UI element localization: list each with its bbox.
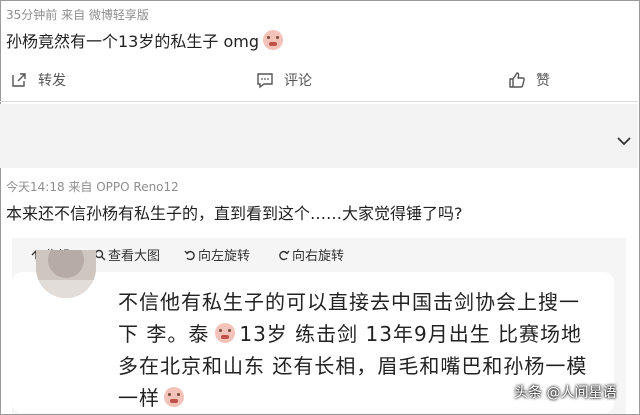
screenshot-line-3: 多在北京和山东 还有长相，眉毛和嘴巴和孙杨一模 xyxy=(118,354,588,378)
view-large-button[interactable]: 查看大图 xyxy=(94,245,160,264)
flushed-face-icon xyxy=(262,30,283,50)
screenshot-line-4: 一样 xyxy=(118,386,160,410)
rotate-right-icon xyxy=(279,250,290,260)
watermark: 头条 @人间星语 xyxy=(514,385,617,401)
comment-label: 评论 xyxy=(284,73,312,89)
thumbs-up-icon xyxy=(509,72,525,88)
image-toolbar: 收起 查看大图 向左旋转 向右旋转 xyxy=(12,238,626,268)
crying-face-icon xyxy=(215,322,236,343)
view-large-label: 查看大图 xyxy=(108,249,161,264)
screenshot-line-1: 不信他有私生子的可以直接去中国击剑协会上搜一 xyxy=(118,290,580,314)
rotate-right-button[interactable]: 向右旋转 xyxy=(278,245,344,264)
crying-face-icon xyxy=(164,386,184,407)
rotate-right-label: 向右旋转 xyxy=(292,249,345,264)
post-separator-band xyxy=(0,104,638,168)
share-icon xyxy=(12,73,26,87)
divider xyxy=(0,101,638,102)
comment-icon xyxy=(257,73,273,89)
post1-action-bar: 转发 评论 赞 xyxy=(0,62,638,98)
screenshot-line-4-row: 一样 xyxy=(118,382,184,411)
post1-meta: 35分钟前 来自 微博轻享版 xyxy=(6,8,149,22)
post1-text-row: 孙杨竟然有一个13岁的私生子 omg xyxy=(6,28,283,52)
like-label: 赞 xyxy=(536,73,550,89)
comment-button[interactable]: 评论 xyxy=(256,70,312,90)
rotate-left-button[interactable]: 向左旋转 xyxy=(184,245,250,264)
post2-text: 本来还不信孙杨有私生子的，直到看到这个……大家觉得锤了吗? xyxy=(6,204,463,223)
share-label: 转发 xyxy=(38,73,66,89)
screenshot-line-2-row: 下 李。泰 13岁 练击剑 13年9月出生 比赛场地 xyxy=(118,318,582,347)
like-button[interactable]: 赞 xyxy=(508,70,550,90)
post1-text: 孙杨竟然有一个13岁的私生子 omg xyxy=(6,32,259,51)
post2-meta: 今天14:18 来自 OPPO Reno12 xyxy=(6,180,179,194)
share-button[interactable]: 转发 xyxy=(10,70,66,90)
chevron-down-icon[interactable] xyxy=(616,136,632,146)
screenshot-line-2a: 下 李。泰 xyxy=(118,322,210,346)
rotate-left-label: 向左旋转 xyxy=(198,249,251,264)
screenshot-line-2b: 13岁 练击剑 13年9月出生 比赛场地 xyxy=(239,322,583,346)
rotate-left-icon xyxy=(184,250,195,260)
